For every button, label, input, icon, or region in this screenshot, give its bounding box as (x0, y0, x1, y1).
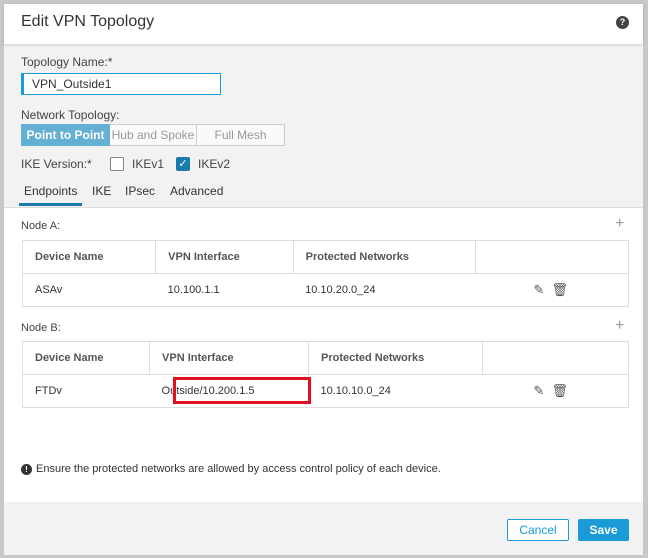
col-device-name: Device Name (21, 341, 151, 375)
col-actions (482, 341, 629, 375)
col-actions (475, 240, 629, 274)
save-button[interactable]: Save (578, 519, 629, 541)
edit-icon[interactable]: ✎ (533, 282, 544, 297)
active-tab-indicator (19, 203, 82, 206)
table-row: ASAv 10.100.1.1 10.10.20.0_24 ✎ 🗑 (21, 273, 629, 307)
hub-and-spoke-button[interactable]: Hub and Spoke (110, 124, 197, 146)
edit-icon[interactable]: ✎ (533, 383, 544, 398)
tab-endpoints[interactable]: Endpoints (24, 184, 77, 198)
note-text: Ensure the protected networks are allowe… (36, 463, 441, 475)
tab-ike[interactable]: IKE (92, 184, 111, 198)
tab-advanced[interactable]: Advanced (170, 184, 223, 198)
protected-networks: 10.10.10.0_24 (308, 374, 483, 408)
dialog-title: Edit VPN Topology (21, 13, 155, 30)
col-protected-networks: Protected Networks (292, 240, 477, 274)
tab-ipsec[interactable]: IPsec (125, 184, 155, 198)
topology-name-input[interactable] (21, 73, 221, 95)
policy-note: ! Ensure the protected networks are allow… (21, 463, 441, 475)
col-vpn-interface: VPN Interface (155, 240, 294, 274)
device-name: ASAv (21, 273, 156, 307)
point-to-point-button[interactable]: Point to Point (21, 124, 110, 146)
help-icon[interactable]: ? (616, 16, 629, 29)
highlight-box (173, 377, 311, 404)
add-node-a-icon[interactable]: + (615, 215, 624, 233)
ikev2-checkbox[interactable]: ✓ (176, 157, 190, 171)
ike-version-label: IKE Version:* (21, 157, 92, 171)
cancel-button[interactable]: Cancel (507, 519, 569, 541)
vpn-interface: 10.100.1.1 (155, 273, 294, 307)
ikev1-label: IKEv1 (132, 157, 165, 171)
node-a-label: Node A: (21, 220, 61, 232)
edit-vpn-topology-dialog: Edit VPN Topology ? Topology Name:* Netw… (4, 4, 643, 555)
table-row: FTDv Outside/10.200.1.5 10.10.10.0_24 ✎ 🗑 (21, 374, 629, 408)
endpoints-panel: Node A: + Device Name VPN Interface Protec… (4, 207, 643, 502)
full-mesh-button[interactable]: Full Mesh (197, 124, 285, 146)
network-topology-label: Network Topology: (21, 108, 120, 122)
warning-icon: ! (21, 464, 32, 475)
trash-icon[interactable]: 🗑 (551, 383, 568, 398)
col-protected-networks: Protected Networks (307, 341, 484, 375)
col-vpn-interface: VPN Interface (149, 341, 309, 375)
ikev2-label: IKEv2 (198, 157, 231, 171)
trash-icon[interactable]: 🗑 (551, 282, 568, 297)
ikev1-checkbox[interactable] (110, 157, 124, 171)
col-device-name: Device Name (21, 240, 157, 274)
topology-name-label: Topology Name:* (21, 55, 113, 69)
protected-networks: 10.10.20.0_24 (293, 273, 476, 307)
dialog-header: Edit VPN Topology ? (4, 4, 643, 44)
device-name: FTDv (21, 374, 150, 408)
node-b-table: Device Name VPN Interface Protected Networ… (21, 341, 629, 408)
node-a-table: Device Name VPN Interface Protected Networ… (21, 240, 629, 307)
node-b-label: Node B: (21, 322, 61, 334)
add-node-b-icon[interactable]: + (615, 317, 624, 335)
